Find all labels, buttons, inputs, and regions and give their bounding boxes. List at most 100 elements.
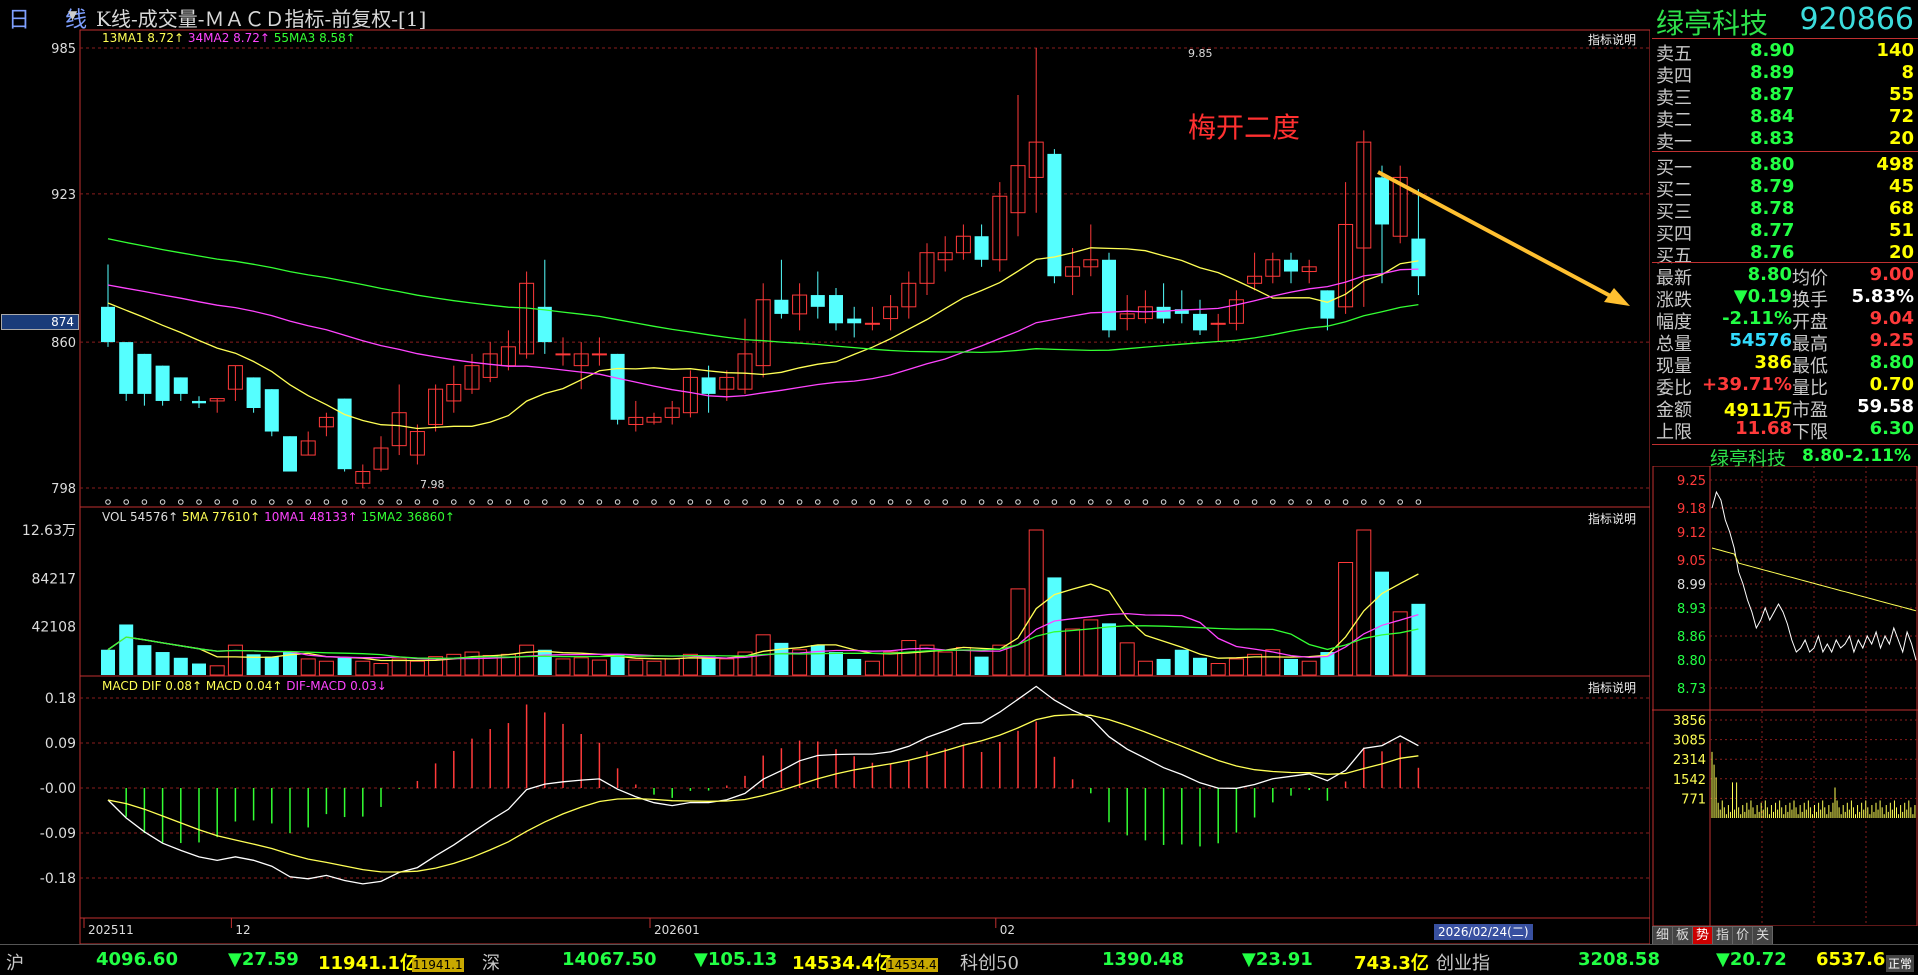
x-axis-labels: 202511 12 202601 02 <box>83 918 1015 937</box>
x-tick-label: 12 <box>235 923 250 937</box>
volume-bar-up <box>937 651 953 676</box>
signal-dot <box>1124 499 1130 505</box>
ask-row[interactable]: 卖二 8.84 72 <box>1652 106 1918 131</box>
quote-label: 下限 <box>1792 422 1828 443</box>
ask-row[interactable]: 卖四 8.89 8 <box>1652 62 1918 87</box>
signal-dot <box>542 499 548 505</box>
quote-label: 上限 <box>1656 422 1692 443</box>
chart-frame <box>79 29 1650 944</box>
volume-indicator-link[interactable]: 指标说明 <box>1588 510 1636 527</box>
candle-down <box>774 299 789 314</box>
quote-value: 5.83% <box>1851 286 1914 307</box>
candle-up <box>591 353 607 356</box>
dea-line <box>107 713 1419 873</box>
y-tick-label: 84217 <box>31 571 76 587</box>
intraday-price: 8.80 <box>1802 446 1844 466</box>
tab-price[interactable]: 价 <box>1732 926 1754 946</box>
signal-dot <box>1015 499 1021 505</box>
bid-row[interactable]: 买四 8.77 51 <box>1652 220 1918 245</box>
kc-label[interactable]: 科创50 <box>960 949 1019 975</box>
signal-dot <box>287 499 293 505</box>
level-price: 8.83 <box>1750 128 1795 149</box>
macd-histogram <box>125 704 1420 847</box>
volume-bar-down <box>774 642 789 675</box>
quote-row: 最新 8.80 均价 9.00 <box>1652 264 1918 289</box>
sh-amount: 11941.1亿 <box>318 953 418 974</box>
volume-bar-down <box>264 656 279 675</box>
level-volume: 8 <box>1901 62 1914 83</box>
signal-dot <box>341 499 348 505</box>
candle-down <box>119 342 134 394</box>
macd-indicator-link[interactable]: 指标说明 <box>1588 679 1636 696</box>
volume-bar-up <box>1356 529 1372 676</box>
volume-bar-up <box>1119 642 1135 676</box>
signal-dot <box>651 499 657 505</box>
tab-detail[interactable]: 细 <box>1652 926 1674 946</box>
volume-bar-up <box>1065 628 1081 676</box>
kline-indicator-link[interactable]: 指标说明 <box>1588 31 1636 48</box>
signal-dot <box>833 499 839 505</box>
candle-down <box>610 353 625 420</box>
signal-dot <box>1415 499 1422 505</box>
main-chart-area[interactable]: 985 923 860 798 12.63万 84217 42108 0.18 0.09 -0… <box>0 0 1650 944</box>
tab-trend[interactable]: 势 <box>1692 926 1714 946</box>
level-price: 8.79 <box>1750 176 1795 197</box>
volume-bar-up <box>955 646 971 676</box>
ask-row[interactable]: 卖三 8.87 55 <box>1652 84 1918 109</box>
signal-dot <box>760 499 767 505</box>
chart-annotation-text: 梅开二度 <box>1188 111 1301 144</box>
volume-y-axis: 12.63万 84217 42108 <box>22 523 76 636</box>
vol-ma5-legend: 5MA 77610↑ <box>182 510 261 524</box>
volume-bar-down <box>1174 649 1189 675</box>
y-tick-label: 798 <box>51 482 76 497</box>
tab-index[interactable]: 指 <box>1712 926 1734 946</box>
y-tick-label: -0.09 <box>40 826 76 842</box>
signal-dot <box>596 499 603 505</box>
cy-label[interactable]: 创业指 <box>1436 949 1490 975</box>
ask-row[interactable]: 卖一 8.83 20 <box>1652 128 1918 153</box>
bid-row[interactable]: 买一 8.80 498 <box>1652 154 1918 179</box>
level-volume: 20 <box>1888 242 1914 263</box>
signal-dot <box>196 499 202 505</box>
quote-value: 8.80 <box>1869 352 1914 373</box>
signal-dot <box>432 499 439 505</box>
signal-dot <box>1251 499 1258 505</box>
tab-related[interactable]: 关 <box>1752 926 1774 946</box>
bid-row[interactable]: 买二 8.79 45 <box>1652 176 1918 201</box>
sz-label[interactable]: 深 <box>482 949 500 975</box>
tab-sector[interactable]: 板 <box>1672 926 1694 946</box>
volume-bar-down <box>337 657 352 675</box>
candle-down <box>246 377 261 408</box>
volume-bar-up <box>1210 663 1226 676</box>
bid-row[interactable]: 买五 8.76 20 <box>1652 242 1918 267</box>
signal-dot <box>1270 499 1276 505</box>
signal-dot <box>906 499 912 505</box>
quote-value: 54576 <box>1729 330 1792 351</box>
y-tick-label: -0.18 <box>40 871 76 887</box>
quote-value: 9.25 <box>1869 330 1914 351</box>
y-tick-label: 923 <box>51 188 76 203</box>
ma2-legend: 34MA2 8.72↑ <box>187 31 270 45</box>
bid-row[interactable]: 买三 8.78 68 <box>1652 198 1918 223</box>
signal-dot <box>360 499 366 505</box>
signal-dot <box>1160 499 1167 505</box>
ma1-legend: 13MA1 8.72↑ <box>102 31 185 45</box>
quote-value: 59.58 <box>1857 396 1914 417</box>
kc-change: ▼23.91 <box>1242 949 1313 970</box>
intraday-price-tick: 8.99 <box>1677 578 1706 593</box>
divider <box>1652 262 1918 263</box>
signal-dot <box>1342 499 1349 505</box>
y-tick-label: 12.63万 <box>22 523 76 539</box>
kc-value: 1390.48 <box>1102 949 1184 970</box>
intraday-chart[interactable]: 9.25 9.18 9.12 9.05 8.99 8.93 8.86 8.80 8.73 3856… <box>1652 466 1918 926</box>
quote-value: 8.80 <box>1747 264 1792 285</box>
sh-label[interactable]: 沪 <box>6 949 24 975</box>
x-tick-label: 202511 <box>88 923 134 937</box>
kc-amount: 743.3亿 <box>1354 953 1429 974</box>
arrow-head-icon <box>1604 288 1630 306</box>
ask-row[interactable]: 卖五 8.90 140 <box>1652 40 1918 65</box>
macd-legend: MACD DIF 0.08↑ MACD 0.04↑ DIF-MACD 0.03↓ <box>102 679 387 693</box>
level-price: 8.80 <box>1750 154 1795 175</box>
signal-dot <box>1233 499 1240 505</box>
y-tick-label: 42108 <box>31 620 76 636</box>
